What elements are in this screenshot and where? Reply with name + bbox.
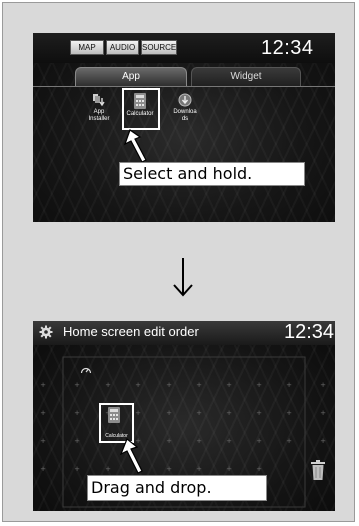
tab-row: App Widget bbox=[33, 67, 335, 87]
tab-app[interactable]: App bbox=[75, 67, 187, 86]
pointer-arrow-icon bbox=[123, 129, 147, 163]
home-edit-screen: Home screen edit order 12:34 + + + + + + + + +… bbox=[33, 321, 335, 511]
svg-text:+: + bbox=[256, 465, 262, 473]
svg-text:+: + bbox=[256, 381, 262, 389]
svg-text:+: + bbox=[135, 381, 141, 389]
select-and-hold-callout: Select and hold. bbox=[119, 162, 305, 186]
downloads-label-line1: Downloa bbox=[173, 109, 197, 115]
app-installer-label-line1: App bbox=[93, 109, 105, 115]
tab-divider bbox=[33, 86, 335, 87]
svg-text:+: + bbox=[105, 381, 111, 389]
app-installer-label-line2: Installer bbox=[88, 116, 110, 122]
down-arrow-icon bbox=[173, 258, 193, 297]
svg-text:+: + bbox=[226, 465, 232, 473]
svg-text:+: + bbox=[74, 437, 80, 445]
calculator-highlight-box bbox=[122, 88, 160, 130]
svg-text:+: + bbox=[256, 437, 262, 445]
svg-text:+: + bbox=[40, 465, 46, 473]
svg-text:+: + bbox=[256, 409, 262, 417]
svg-text:+: + bbox=[286, 409, 292, 417]
map-button[interactable]: MAP bbox=[70, 40, 104, 55]
calculator-icon[interactable] bbox=[107, 407, 121, 423]
tab-widget[interactable]: Widget bbox=[191, 67, 301, 86]
drag-and-drop-callout: Drag and drop. bbox=[87, 475, 267, 501]
svg-text:+: + bbox=[226, 437, 232, 445]
svg-text:+: + bbox=[320, 437, 326, 445]
svg-text:+: + bbox=[166, 465, 172, 473]
svg-text:+: + bbox=[320, 409, 326, 417]
svg-text:+: + bbox=[74, 465, 80, 473]
app-installer-icon bbox=[93, 94, 105, 107]
gear-icon bbox=[39, 325, 53, 339]
svg-text:+: + bbox=[74, 381, 80, 389]
clock: 12:34 bbox=[284, 321, 335, 343]
download-icon bbox=[178, 93, 192, 107]
svg-text:+: + bbox=[40, 381, 46, 389]
svg-text:+: + bbox=[320, 381, 326, 389]
page-title: Home screen edit order bbox=[63, 324, 199, 339]
svg-text:+: + bbox=[40, 437, 46, 445]
svg-text:+: + bbox=[166, 409, 172, 417]
app-list-screen: MAP AUDIO SOURCE 12:34 App Widget App In… bbox=[33, 33, 335, 222]
svg-text:+: + bbox=[196, 381, 202, 389]
svg-text:+: + bbox=[286, 437, 292, 445]
svg-text:+: + bbox=[286, 381, 292, 389]
svg-text:+: + bbox=[226, 381, 232, 389]
pointer-arrow-icon bbox=[119, 438, 143, 474]
trash-icon[interactable] bbox=[310, 459, 326, 481]
svg-text:+: + bbox=[196, 409, 202, 417]
svg-text:+: + bbox=[135, 409, 141, 417]
svg-text:+: + bbox=[74, 409, 80, 417]
clock: 12:34 bbox=[261, 37, 314, 59]
app-installer-item[interactable]: App Installer bbox=[79, 93, 119, 123]
top-bar: MAP AUDIO SOURCE 12:34 bbox=[33, 33, 335, 63]
audio-button[interactable]: AUDIO bbox=[106, 40, 139, 55]
svg-text:+: + bbox=[226, 409, 232, 417]
svg-text:+: + bbox=[105, 465, 111, 473]
instruction-panel: MAP AUDIO SOURCE 12:34 App Widget App In… bbox=[2, 2, 355, 522]
source-button[interactable]: SOURCE bbox=[141, 40, 177, 55]
svg-text:+: + bbox=[196, 437, 202, 445]
speedometer-icon bbox=[80, 367, 92, 374]
title-bar: Home screen edit order 12:34 bbox=[33, 321, 335, 345]
svg-text:+: + bbox=[40, 409, 46, 417]
downloads-label-line2: ds bbox=[181, 116, 189, 122]
svg-text:+: + bbox=[196, 465, 202, 473]
svg-text:+: + bbox=[166, 437, 172, 445]
downloads-item[interactable]: Downloa ds bbox=[165, 93, 205, 123]
svg-text:+: + bbox=[166, 381, 172, 389]
